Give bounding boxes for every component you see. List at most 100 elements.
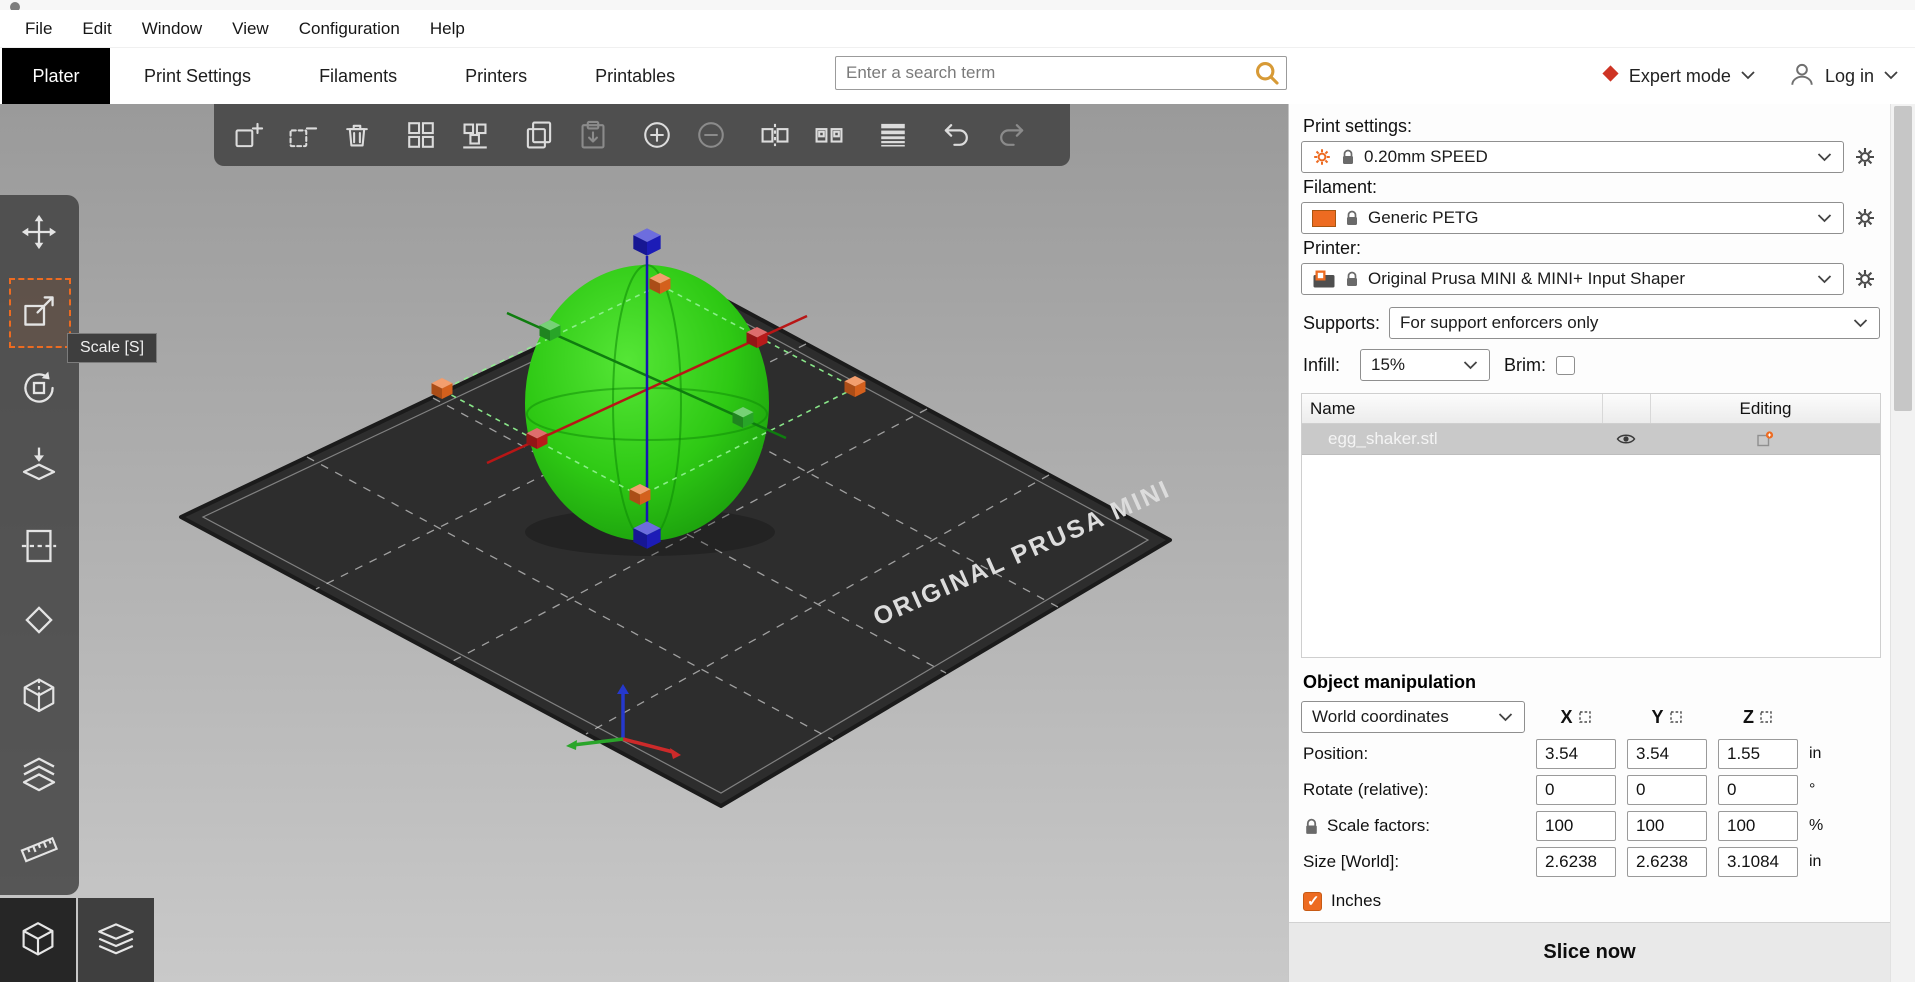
remove-object-icon[interactable] (282, 114, 324, 156)
print-settings-combo[interactable]: 0.20mm SPEED (1301, 141, 1844, 173)
uniform-scale-lock-icon[interactable] (1303, 817, 1320, 836)
remove-instance-icon[interactable] (690, 114, 732, 156)
panel-scrollbar[interactable] (1890, 104, 1915, 982)
chevron-down-icon (1852, 313, 1869, 333)
brim-checkbox[interactable] (1556, 355, 1575, 375)
add-object-icon[interactable] (228, 114, 270, 156)
axis-frame-icon (1578, 711, 1591, 723)
menu-bar: File Edit Window View Configuration Help (0, 10, 1915, 48)
scale-z-input[interactable] (1718, 811, 1798, 841)
menu-edit[interactable]: Edit (67, 19, 126, 39)
infill-combo[interactable]: 15% (1360, 349, 1490, 381)
size-y-input[interactable] (1627, 847, 1707, 877)
name-column-header: Name (1310, 398, 1356, 418)
plater-3d-viewport[interactable]: ORIGINAL PRUSA MINI Scale [S] (0, 104, 1288, 982)
scale-tool-icon[interactable] (14, 286, 64, 336)
print-settings-value: 0.20mm SPEED (1364, 147, 1488, 166)
object-manipulation-title: Object manipulation (1303, 672, 1477, 692)
scale-y-input[interactable] (1627, 811, 1707, 841)
size-x-input[interactable] (1536, 847, 1616, 877)
view-3d-editor-button[interactable] (0, 898, 76, 982)
rotate-tool-icon[interactable] (14, 363, 64, 413)
filament-combo[interactable]: Generic PETG (1301, 202, 1844, 234)
menu-help[interactable]: Help (415, 19, 480, 39)
mode-selector[interactable]: Expert mode (1629, 66, 1731, 87)
delete-all-icon[interactable] (336, 114, 378, 156)
object-list-row[interactable]: egg_shaker.stl (1302, 424, 1880, 455)
visibility-toggle[interactable] (1602, 432, 1650, 446)
chevron-down-icon (1462, 355, 1479, 375)
size-z-input[interactable] (1718, 847, 1798, 877)
menu-file[interactable]: File (10, 19, 67, 39)
paint-supports-tool-icon[interactable] (14, 595, 64, 645)
rotate-y-input[interactable] (1627, 775, 1707, 805)
menu-window[interactable]: Window (127, 19, 217, 39)
object-list: Name Editing egg_shaker.stl (1301, 393, 1881, 658)
scrollbar-thumb[interactable] (1894, 106, 1912, 411)
rotate-label: Rotate (relative): (1303, 780, 1429, 799)
layers-icon (98, 923, 134, 955)
emboss-tool-icon[interactable] (14, 748, 64, 798)
search-box[interactable] (835, 56, 1287, 90)
variable-layer-height-icon[interactable] (872, 114, 914, 156)
menu-view[interactable]: View (217, 19, 284, 39)
scene-canvas[interactable]: ORIGINAL PRUSA MINI (0, 104, 1288, 982)
object-list-empty-area[interactable] (1302, 455, 1880, 657)
coordinate-system-combo[interactable]: World coordinates (1301, 701, 1525, 733)
scale-x-input[interactable] (1536, 811, 1616, 841)
slice-now-button[interactable]: Slice now (1289, 922, 1890, 982)
print-settings-gear-button[interactable] (1850, 142, 1880, 172)
paste-icon[interactable] (572, 114, 614, 156)
redo-icon[interactable] (990, 114, 1032, 156)
tab-printers[interactable]: Printers (431, 48, 561, 104)
inches-checkbox[interactable] (1303, 891, 1322, 911)
seam-tool-icon[interactable] (14, 671, 64, 721)
object-name: egg_shaker.stl (1328, 429, 1438, 448)
arrange-bed-icon[interactable] (454, 114, 496, 156)
plater-top-toolbar (214, 104, 1070, 166)
cut-tool-icon[interactable] (14, 521, 64, 571)
rotate-z-input[interactable] (1718, 775, 1798, 805)
arrange-icon[interactable] (400, 114, 442, 156)
brim-label: Brim: (1504, 354, 1546, 375)
printer-combo[interactable]: Original Prusa MINI & MINI+ Input Shaper (1301, 263, 1844, 295)
printer-icon (1313, 270, 1335, 288)
size-label: Size [World]: (1303, 852, 1400, 871)
filament-gear-button[interactable] (1850, 203, 1880, 233)
printer-gear-button[interactable] (1850, 264, 1880, 294)
tab-printables[interactable]: Printables (561, 48, 709, 104)
position-x-input[interactable] (1536, 739, 1616, 769)
position-z-input[interactable] (1718, 739, 1798, 769)
add-instance-icon[interactable] (636, 114, 678, 156)
axis-header-z: Z (1718, 707, 1798, 728)
supports-combo[interactable]: For support enforcers only (1389, 307, 1880, 339)
split-parts-icon[interactable] (808, 114, 850, 156)
copy-icon[interactable] (518, 114, 560, 156)
login-chevron-down-icon[interactable] (1883, 67, 1899, 85)
tab-plater[interactable]: Plater (2, 48, 110, 104)
chevron-down-icon (1816, 208, 1833, 228)
search-input[interactable] (836, 63, 1254, 83)
split-objects-icon[interactable] (754, 114, 796, 156)
supports-label: Supports: (1303, 312, 1381, 333)
edit-object-button[interactable] (1650, 430, 1880, 448)
lock-icon (1347, 210, 1357, 225)
menu-configuration[interactable]: Configuration (284, 19, 415, 39)
view-mode-switch (0, 898, 154, 982)
view-layers-preview-button[interactable] (78, 898, 154, 982)
supports-value: For support enforcers only (1400, 313, 1599, 332)
login-button[interactable]: Log in (1825, 66, 1874, 87)
undo-icon[interactable] (936, 114, 978, 156)
position-unit: in (1809, 745, 1822, 762)
tab-filaments[interactable]: Filaments (285, 48, 431, 104)
tab-print-settings[interactable]: Print Settings (110, 48, 285, 104)
profile-gear-icon (1314, 149, 1330, 165)
measure-tool-icon[interactable] (14, 824, 64, 874)
rotate-x-input[interactable] (1536, 775, 1616, 805)
place-on-face-tool-icon[interactable] (14, 439, 64, 489)
position-y-input[interactable] (1627, 739, 1707, 769)
object-list-header: Name Editing (1302, 394, 1880, 424)
mode-chevron-down-icon[interactable] (1740, 67, 1756, 85)
move-tool-icon[interactable] (14, 207, 64, 257)
search-icon[interactable] (1254, 60, 1280, 86)
